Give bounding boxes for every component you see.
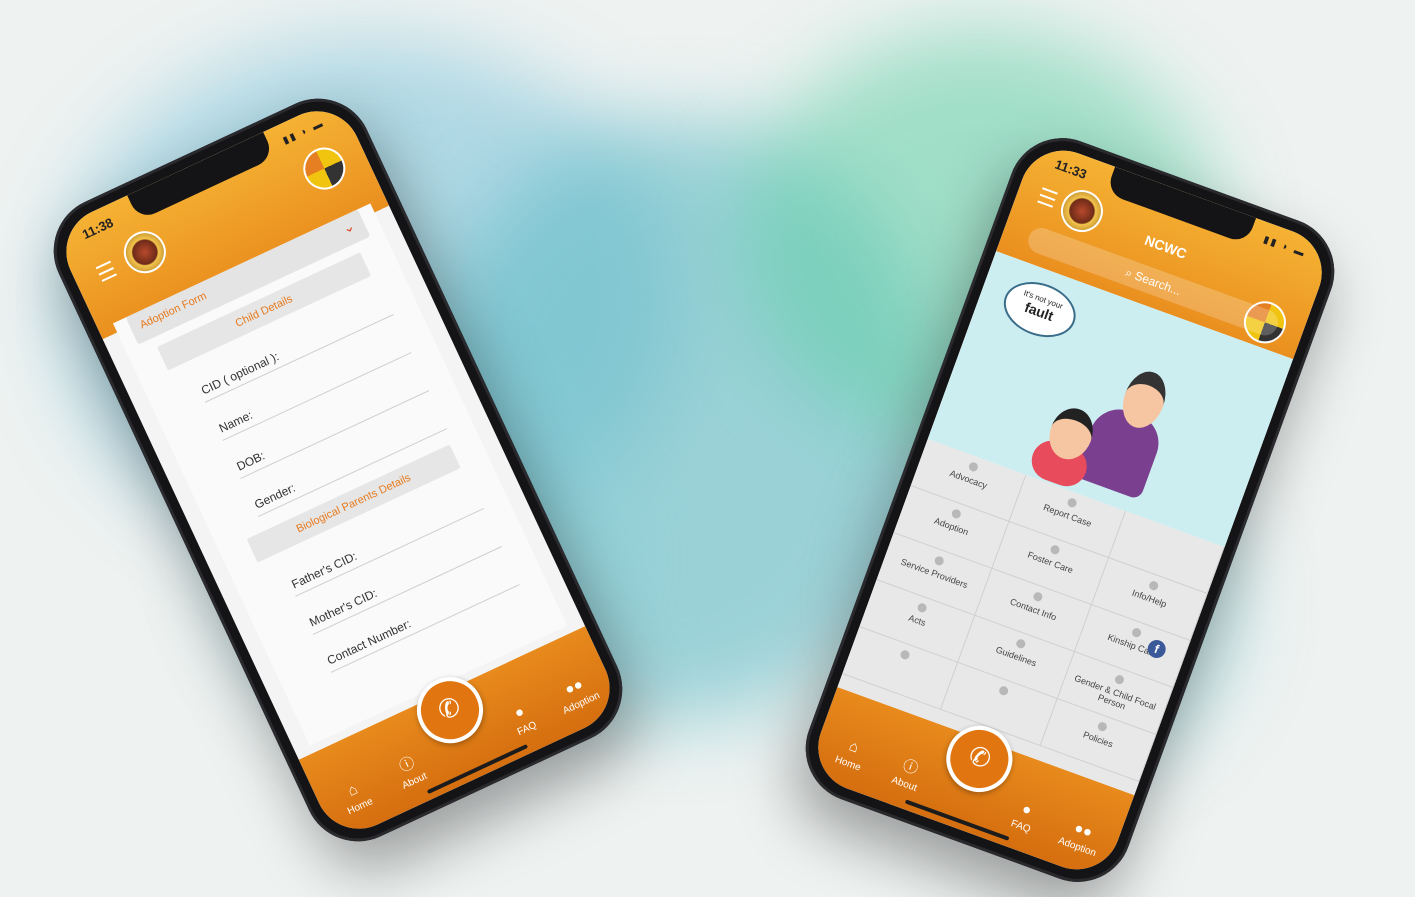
policies-icon bbox=[1096, 720, 1109, 733]
search-placeholder: Search... bbox=[1132, 268, 1183, 299]
tab-faq[interactable]: ● FAQ bbox=[491, 693, 555, 746]
field-label: Name: bbox=[216, 407, 255, 436]
faq-icon: ● bbox=[1019, 800, 1035, 820]
tab-label: Adoption bbox=[1056, 835, 1098, 860]
phone-icon: ✆ bbox=[432, 690, 466, 727]
people-icon: ●● bbox=[1071, 819, 1095, 842]
foster-icon bbox=[1049, 543, 1061, 556]
field-label: Contact Number: bbox=[324, 616, 414, 668]
grid-item-label: Guidelines bbox=[994, 644, 1038, 669]
info-icon: ⓘ bbox=[900, 756, 921, 778]
grid-item-label: Advocacy bbox=[948, 468, 989, 491]
emblem-logo bbox=[116, 224, 173, 281]
grid-item-label: Info/Help bbox=[1130, 587, 1168, 610]
grid-item-label: Report Case bbox=[1042, 502, 1093, 529]
home-icon: ⌂ bbox=[846, 737, 862, 757]
menu-icon[interactable] bbox=[95, 260, 117, 282]
advocacy-icon bbox=[967, 460, 979, 473]
acts-icon bbox=[916, 601, 928, 614]
tab-home[interactable]: ⌂ Home bbox=[820, 729, 884, 778]
tab-adoption[interactable]: ●● Adoption bbox=[545, 668, 609, 721]
tab-home[interactable]: ⌂ Home bbox=[324, 771, 388, 824]
field-label: Gender: bbox=[252, 480, 298, 512]
item-icon bbox=[997, 684, 1010, 697]
contact-icon bbox=[1032, 590, 1044, 603]
grid-item-label: Acts bbox=[907, 612, 928, 629]
grid-item-label: Foster Care bbox=[1026, 549, 1075, 576]
guidelines-icon bbox=[1015, 637, 1027, 650]
kinship-icon bbox=[1131, 627, 1143, 639]
adoption-icon bbox=[950, 507, 962, 520]
grid-item-label: Adoption bbox=[932, 515, 970, 538]
grid-item-label: Contact Info bbox=[1008, 596, 1058, 623]
phone-icon: ✆ bbox=[964, 739, 996, 775]
grid-item-label: Policies bbox=[1081, 729, 1115, 750]
gender-icon bbox=[1114, 673, 1126, 686]
field-label: DOB: bbox=[234, 448, 267, 474]
info-help-icon bbox=[1148, 580, 1160, 592]
tab-about[interactable]: ⓘ About bbox=[876, 750, 940, 799]
speech-bubble: It's not your fault bbox=[996, 272, 1084, 347]
ncwc-logo bbox=[296, 140, 353, 197]
chevron-down-icon[interactable]: ⌄ bbox=[340, 217, 358, 237]
report-icon bbox=[1066, 497, 1078, 509]
tab-adoption[interactable]: ●● Adoption bbox=[1049, 813, 1113, 862]
service-icon bbox=[933, 554, 945, 567]
item-icon bbox=[898, 648, 911, 661]
